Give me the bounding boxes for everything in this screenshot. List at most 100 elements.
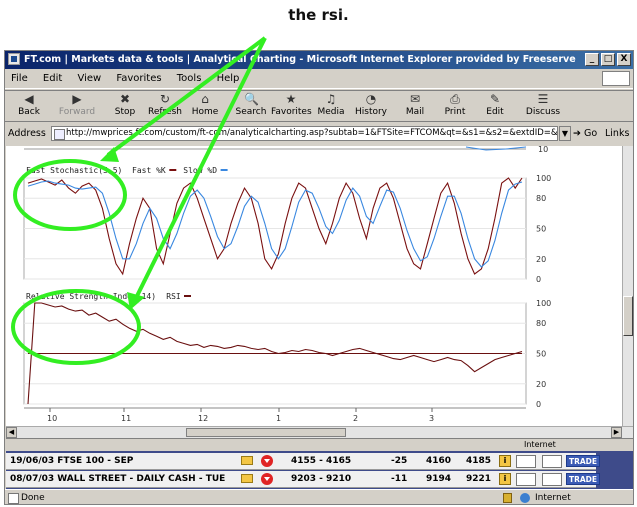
x-tick-label: 1 bbox=[276, 414, 281, 423]
mail-icon: ✉ bbox=[409, 92, 421, 106]
scroll-left-arrow-icon[interactable]: ◀ bbox=[6, 427, 17, 438]
discuss-button[interactable]: ☰ Discuss bbox=[523, 93, 563, 121]
history-icon: ◔ bbox=[365, 92, 377, 106]
charts-svg: 10 100 80 50 20 0 Fast Stochastic(5,5) Fast %K S… bbox=[23, 146, 551, 423]
history-button[interactable]: ◔ History bbox=[351, 93, 391, 121]
menu-edit[interactable]: Edit bbox=[43, 73, 62, 84]
back-arrow-icon: ◀ bbox=[24, 92, 34, 106]
legend-label: RSI bbox=[166, 292, 181, 301]
refresh-icon: ↻ bbox=[159, 92, 171, 106]
back-button[interactable]: ◀ Back bbox=[9, 93, 49, 121]
table-row: 19/06/03 FTSE 100 - SEP 4155 - 4165 -25 … bbox=[6, 453, 600, 470]
menu-bar: File Edit View Favorites Tools Help bbox=[5, 70, 633, 89]
down-arrow-icon bbox=[261, 455, 273, 467]
discuss-icon: ☰ bbox=[537, 92, 549, 106]
envelope-icon[interactable] bbox=[241, 456, 253, 465]
menu-tools[interactable]: Tools bbox=[177, 73, 202, 84]
stop-icon: ✖ bbox=[119, 92, 131, 106]
close-button[interactable]: X bbox=[617, 53, 631, 66]
status-bar: Done Internet bbox=[5, 489, 633, 504]
trade-button[interactable]: TRADE bbox=[566, 455, 600, 467]
down-arrow-icon bbox=[261, 473, 273, 485]
horizontal-scroll-thumb[interactable] bbox=[186, 428, 346, 437]
legend-label: Slow %D bbox=[183, 166, 217, 175]
x-tick-label: 10 bbox=[47, 414, 57, 423]
page-content: 10 100 80 50 20 0 Fast Stochastic(5,5) Fast %K S… bbox=[6, 146, 622, 426]
favorites-button[interactable]: ★ Favorites bbox=[271, 92, 312, 121]
scroll-right-arrow-icon[interactable]: ▶ bbox=[611, 427, 622, 438]
price-input[interactable] bbox=[542, 455, 562, 468]
print-button[interactable]: ⎙ Print bbox=[435, 93, 475, 121]
chart-title-1: Fast Stochastic(5,5) bbox=[26, 166, 122, 175]
quote-rows: 19/06/03 FTSE 100 - SEP 4155 - 4165 -25 … bbox=[6, 451, 633, 489]
minimize-button[interactable]: _ bbox=[585, 53, 599, 66]
globe-icon bbox=[520, 493, 530, 503]
status-text: Done bbox=[21, 493, 45, 503]
title-bar: FT.com | Markets data & tools | Analytic… bbox=[5, 51, 633, 69]
search-button[interactable]: 🔍 Search bbox=[231, 93, 271, 121]
address-bar: Address http://mwprices.ft.com/custom/ft… bbox=[5, 124, 633, 144]
caption: the rsi. bbox=[0, 0, 637, 40]
lock-icon bbox=[503, 493, 512, 503]
quantity-input[interactable] bbox=[516, 455, 536, 468]
maximize-button[interactable]: □ bbox=[601, 53, 615, 66]
y-tick-label: 100 bbox=[536, 174, 551, 183]
scroll-thumb[interactable] bbox=[623, 296, 633, 336]
go-arrow-icon: ➔ bbox=[573, 128, 581, 139]
prev-chart-tick: 10 bbox=[538, 146, 548, 154]
envelope-icon[interactable] bbox=[241, 474, 253, 483]
search-icon: 🔍 bbox=[244, 92, 259, 106]
edit-button[interactable]: ✎ Edit bbox=[475, 93, 515, 121]
y-tick-label: 80 bbox=[536, 319, 546, 328]
inner-status-bar: Internet bbox=[6, 438, 633, 451]
media-icon: ♫ bbox=[325, 92, 337, 106]
stop-button[interactable]: ✖ Stop bbox=[105, 93, 145, 121]
info-icon[interactable]: i bbox=[499, 455, 511, 467]
media-button[interactable]: ♫ Media bbox=[311, 93, 351, 121]
window-title: FT.com | Markets data & tools | Analytic… bbox=[24, 54, 576, 65]
trade-button[interactable]: TRADE bbox=[566, 473, 600, 485]
links-button[interactable]: Links bbox=[605, 124, 629, 144]
menu-favorites[interactable]: Favorites bbox=[116, 73, 161, 84]
menu-view[interactable]: View bbox=[77, 73, 101, 84]
menu-file[interactable]: File bbox=[11, 73, 28, 84]
quantity-input[interactable] bbox=[516, 473, 536, 486]
forward-arrow-icon: ▶ bbox=[72, 92, 82, 106]
favorites-icon: ★ bbox=[285, 92, 297, 106]
horizontal-scrollbar[interactable]: ◀ ▶ bbox=[6, 426, 633, 438]
y-tick-label: 0 bbox=[536, 275, 541, 284]
y-tick-label: 20 bbox=[536, 255, 546, 264]
zone-label: Internet bbox=[535, 493, 571, 503]
x-tick-label: 12 bbox=[198, 414, 208, 423]
y-tick-label: 50 bbox=[536, 350, 546, 359]
home-icon: ⌂ bbox=[201, 92, 209, 106]
brand-logo-icon bbox=[602, 71, 630, 86]
chevron-down-icon: ▼ bbox=[561, 129, 569, 138]
print-icon: ⎙ bbox=[450, 92, 460, 106]
edit-icon: ✎ bbox=[489, 92, 501, 106]
price-input[interactable] bbox=[542, 473, 562, 486]
address-input[interactable]: http://mwprices.ft.com/custom/ft-com/ana… bbox=[51, 126, 558, 141]
x-tick-label: 2 bbox=[353, 414, 358, 423]
toolbar: ◀ Back ▶ Forward ✖ Stop ↻ Refresh ⌂ Home 🔍 Sea… bbox=[5, 90, 633, 122]
table-row: 08/07/03 WALL STREET - DAILY CASH - TUE … bbox=[6, 471, 600, 488]
refresh-button[interactable]: ↻ Refresh bbox=[145, 93, 185, 121]
y-tick-label: 50 bbox=[536, 225, 546, 234]
vertical-scrollbar[interactable] bbox=[622, 146, 633, 426]
y-tick-label: 20 bbox=[536, 380, 546, 389]
chart-title-2: Relative Strength Index(14) bbox=[26, 292, 156, 301]
forward-button[interactable]: ▶ Forward bbox=[57, 93, 97, 121]
page-icon bbox=[54, 129, 65, 140]
x-tick-label: 11 bbox=[121, 414, 131, 423]
inner-zone: Internet bbox=[524, 440, 556, 449]
go-button[interactable]: ➔ Go bbox=[573, 124, 597, 144]
page-done-icon bbox=[8, 493, 19, 504]
y-tick-label: 100 bbox=[536, 299, 551, 308]
x-tick-label: 3 bbox=[429, 414, 434, 423]
home-button[interactable]: ⌂ Home bbox=[185, 93, 225, 121]
menu-help[interactable]: Help bbox=[217, 73, 240, 84]
address-dropdown[interactable]: ▼ bbox=[559, 126, 571, 141]
legend-label: Fast %K bbox=[132, 166, 166, 175]
mail-button[interactable]: ✉ Mail bbox=[395, 93, 435, 121]
info-icon[interactable]: i bbox=[499, 473, 511, 485]
